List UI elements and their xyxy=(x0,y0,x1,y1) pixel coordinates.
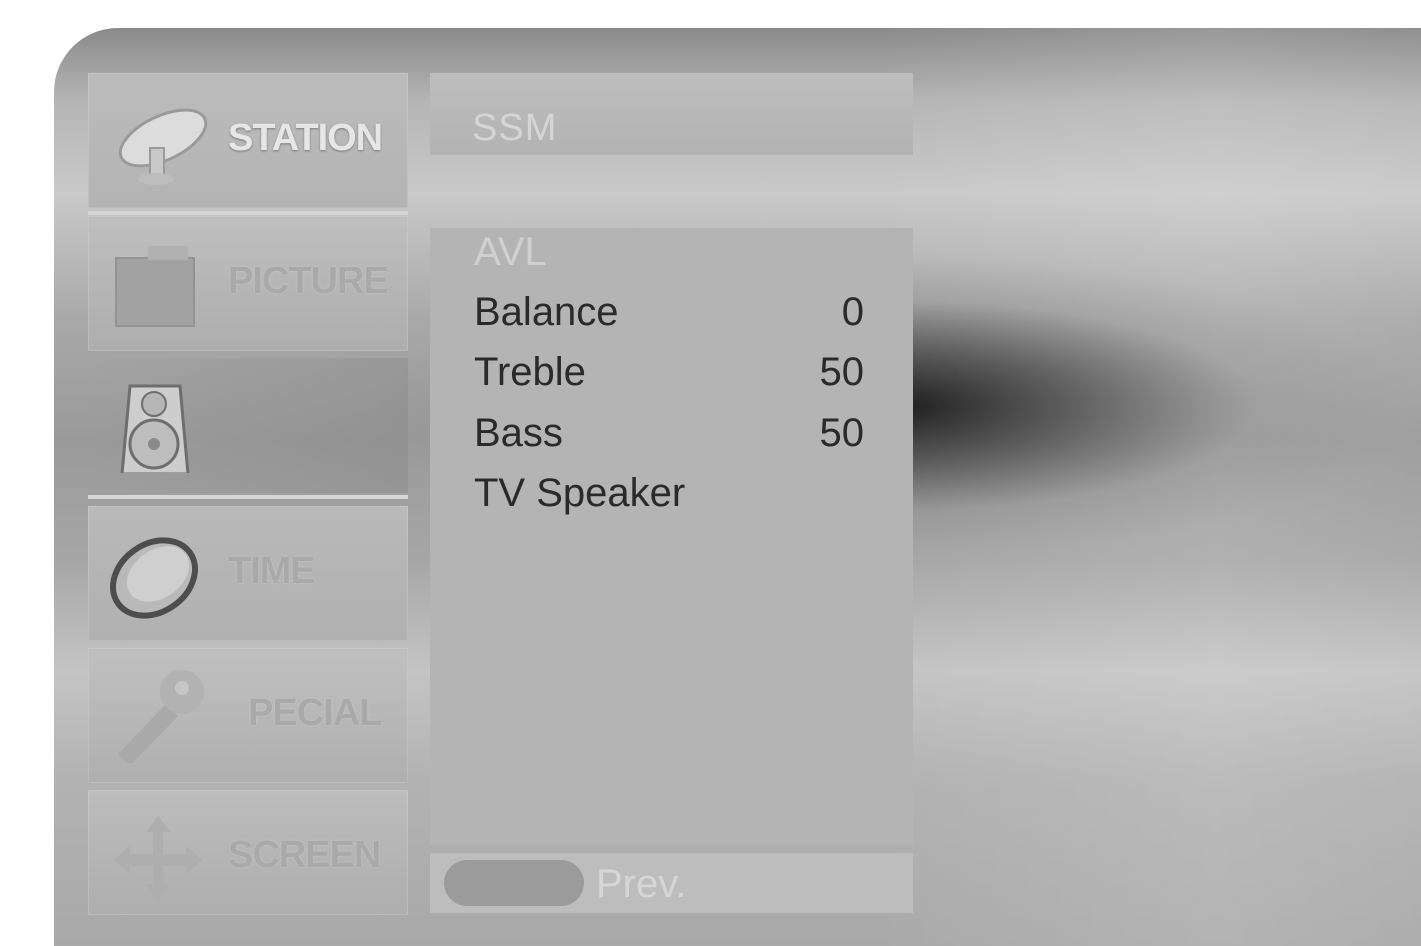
menu-category-label: SCREEN xyxy=(228,834,381,876)
satellite-dish-icon xyxy=(118,108,208,185)
menu-category-picture[interactable]: PICTURE xyxy=(88,216,408,351)
audio-options-panel: AVL Balance 0 Treble 50 Bass 50 TV Speak… xyxy=(430,228,913,845)
menu-category-screen[interactable]: SCREEN xyxy=(88,790,408,915)
menu-category-station[interactable]: STATION xyxy=(88,73,408,208)
option-row-bass[interactable]: Bass 50 xyxy=(474,411,864,461)
menu-category-time[interactable]: TIME xyxy=(88,506,408,641)
nav-bar: Prev. xyxy=(430,853,913,913)
menu-divider xyxy=(88,495,408,499)
menu-category-label: TIME xyxy=(228,550,316,592)
menu-category-audio[interactable] xyxy=(88,358,408,493)
monitor-icon xyxy=(115,246,195,327)
option-label: AVL xyxy=(474,230,547,274)
option-row-avl[interactable]: AVL xyxy=(474,230,864,280)
menu-category-label: PECIAL xyxy=(248,692,382,734)
clock-icon xyxy=(110,537,198,619)
ssm-option[interactable]: SSM xyxy=(430,73,913,155)
tv-screen: STATION PICTURE TIME PECIAL SCREEN SSM A… xyxy=(54,28,1421,946)
key-icon xyxy=(118,670,204,763)
menu-category-special[interactable]: PECIAL xyxy=(88,648,408,783)
arrows-icon xyxy=(114,816,202,900)
option-label: Balance xyxy=(474,290,619,334)
option-value: 50 xyxy=(819,411,865,455)
menu-divider xyxy=(88,211,408,215)
option-value: 50 xyxy=(819,350,865,394)
option-row-balance[interactable]: Balance 0 xyxy=(474,290,864,340)
ssm-label: SSM xyxy=(472,107,558,149)
prev-button-icon[interactable] xyxy=(444,860,584,906)
speaker-icon xyxy=(120,384,190,473)
option-row-treble[interactable]: Treble 50 xyxy=(474,350,864,400)
option-row-tv-speaker[interactable]: TV Speaker xyxy=(474,471,864,521)
menu-category-label: STATION xyxy=(228,117,383,159)
option-label: Treble xyxy=(474,350,586,394)
option-value: 0 xyxy=(841,290,864,334)
prev-label: Prev. xyxy=(596,862,687,906)
menu-category-label: PICTURE xyxy=(228,260,389,302)
option-label: Bass xyxy=(474,411,563,455)
option-label: TV Speaker xyxy=(474,471,686,515)
